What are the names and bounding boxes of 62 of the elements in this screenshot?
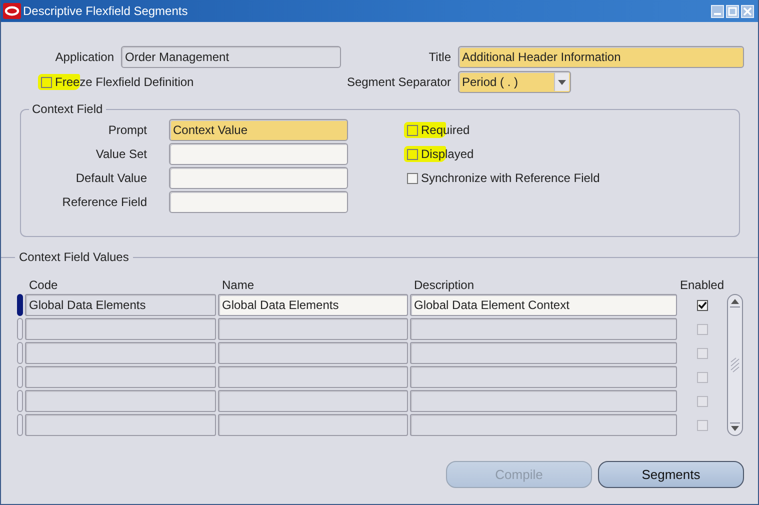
minimize-icon[interactable] <box>711 4 724 18</box>
table-cell[interactable] <box>218 390 408 412</box>
checkbox[interactable] <box>696 300 708 310</box>
checkbox[interactable] <box>407 172 418 184</box>
field-label: Segment Separator <box>346 75 451 89</box>
field-label: Application <box>55 50 114 64</box>
table-cell[interactable] <box>25 414 216 436</box>
checkbox[interactable] <box>696 348 708 358</box>
scrollbar[interactable] <box>727 294 743 436</box>
table-cell[interactable] <box>25 342 216 364</box>
column-header: Name <box>221 278 256 292</box>
checkbox-label: Synchronize with Reference Field <box>421 171 600 185</box>
field-label: Value Set <box>96 147 147 161</box>
app-logo-icon <box>3 3 21 19</box>
checkbox[interactable] <box>696 324 708 334</box>
table-cell[interactable] <box>25 318 216 340</box>
section-title: Context Field Values <box>19 250 129 264</box>
maximize-icon[interactable] <box>726 4 739 18</box>
table-cell[interactable] <box>218 342 408 364</box>
table-cell[interactable] <box>25 366 216 388</box>
checkbox[interactable] <box>696 372 708 382</box>
text-field[interactable] <box>169 191 348 213</box>
scroll-up-icon[interactable] <box>730 298 740 308</box>
row-indicator[interactable] <box>17 294 23 316</box>
column-header: Code <box>28 278 59 292</box>
table-cell[interactable] <box>218 414 408 436</box>
checkbox[interactable] <box>696 396 708 406</box>
table-cell[interactable] <box>410 318 677 340</box>
grip-icon[interactable] <box>730 357 740 373</box>
field-label: Title <box>428 50 451 64</box>
table-cell[interactable]: Global Data Element Context <box>410 294 677 316</box>
close-icon[interactable] <box>741 4 754 18</box>
table-cell[interactable] <box>410 414 677 436</box>
column-header: Enabled <box>679 278 725 292</box>
table-cell[interactable]: Global Data Elements <box>218 294 408 316</box>
dropdown[interactable]: Period ( . ) <box>458 71 571 93</box>
text-field[interactable] <box>169 143 348 165</box>
checkbox[interactable] <box>407 148 418 160</box>
table-cell[interactable]: Global Data Elements <box>25 294 216 316</box>
group-title: Context Field <box>31 102 104 116</box>
field-label: Default Value <box>76 171 147 185</box>
field-label: Prompt <box>108 123 147 137</box>
field-label: Reference Field <box>62 195 147 209</box>
table-cell[interactable] <box>410 366 677 388</box>
checkbox[interactable] <box>41 76 52 88</box>
text-field[interactable]: Order Management <box>121 46 341 68</box>
button[interactable]: Segments <box>598 461 744 488</box>
checkbox[interactable] <box>407 124 418 136</box>
table-cell[interactable] <box>218 318 408 340</box>
text-field[interactable] <box>169 167 348 189</box>
text-field[interactable]: Context Value <box>169 119 348 141</box>
column-header: Description <box>413 278 476 292</box>
caret-icon[interactable] <box>554 73 569 91</box>
checkmark-icon <box>698 301 706 309</box>
table-cell[interactable] <box>410 390 677 412</box>
table-cell[interactable] <box>218 366 408 388</box>
scroll-down-icon[interactable] <box>730 422 740 432</box>
table-cell[interactable] <box>25 390 216 412</box>
window-title: Descriptive Flexfield Segments <box>23 4 189 18</box>
checkbox[interactable] <box>696 420 708 430</box>
text-field[interactable]: Additional Header Information <box>458 46 744 68</box>
table-cell[interactable] <box>410 342 677 364</box>
